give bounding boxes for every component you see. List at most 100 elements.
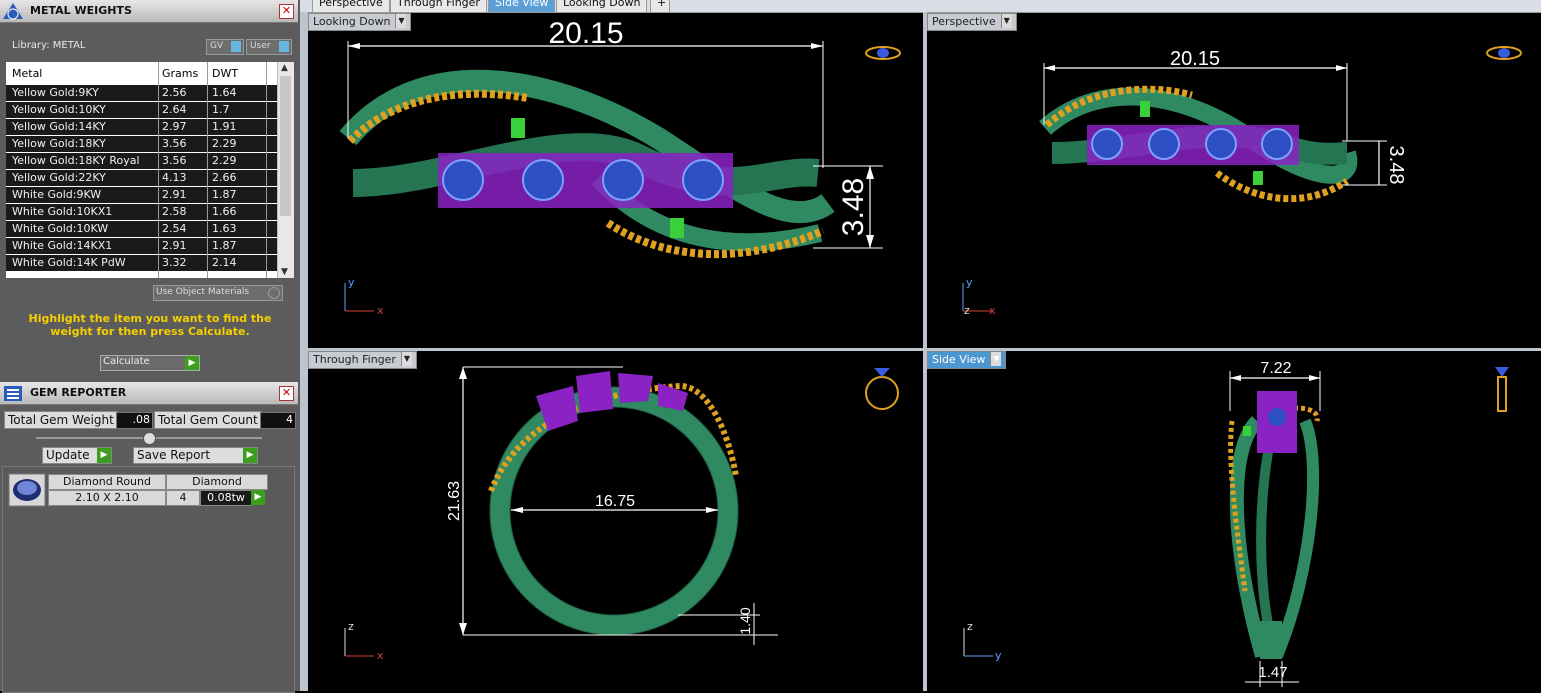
table-row[interactable]: Yellow Gold:9KY 2.56 1.64 (6, 85, 278, 101)
gem-reporter-icon (4, 386, 22, 401)
tab-perspective[interactable]: Perspective (312, 0, 390, 13)
gv-toggle[interactable]: GV (206, 39, 244, 55)
scroll-down-icon[interactable]: ▼ (281, 267, 288, 277)
cell-metal: White Gold:10KW (12, 222, 109, 235)
cell-grams: 2.97 (162, 120, 187, 133)
viewport-label-through-finger[interactable]: Through Finger ▼ (308, 351, 417, 369)
cell-metal: Yellow Gold:14KY (12, 120, 106, 133)
viewport-perspective[interactable]: 20.15 3.48 y z x Perspective ▼ (927, 13, 1541, 348)
col-metal[interactable]: Metal (12, 67, 42, 80)
chevron-down-icon[interactable]: ▼ (400, 352, 412, 366)
scrollbar-thumb[interactable] (280, 76, 291, 216)
gem-size: 2.10 X 2.10 (48, 490, 166, 506)
table-row[interactable]: Yellow Gold:18KY 3.56 2.29 (6, 136, 278, 152)
left-panel: METAL WEIGHTS ✕ Library: METAL GV User M… (0, 0, 300, 693)
table-row[interactable]: Yellow Gold:10KY 2.64 1.7 (6, 102, 278, 118)
update-button[interactable]: Update ▶ (42, 447, 112, 464)
tab-through-finger[interactable]: Through Finger (390, 0, 487, 13)
cell-dwt: 2.29 (212, 137, 237, 150)
play-icon: ▶ (243, 448, 257, 463)
add-tab-icon[interactable]: + (650, 0, 670, 13)
scroll-up-icon[interactable]: ▲ (281, 63, 288, 73)
chevron-down-icon[interactable]: ▼ (395, 14, 407, 28)
table-row[interactable]: White Gold:10KX1 2.58 1.66 (6, 204, 278, 220)
play-icon: ▶ (97, 448, 111, 463)
user-toggle[interactable]: User (246, 39, 292, 55)
cell-metal: Yellow Gold:22KY (12, 171, 106, 184)
table-row[interactable]: White Gold:14KX1 2.91 1.87 (6, 238, 278, 254)
ring-orientation-icon (1486, 46, 1522, 60)
close-icon[interactable]: ✕ (279, 4, 294, 19)
width-dimension: 20.15 (548, 17, 623, 50)
cell-grams: 3.56 (162, 137, 187, 150)
cell-dwt: 2.14 (212, 256, 237, 269)
viewport-label-side-view[interactable]: Side View ▼ (927, 351, 1007, 369)
chevron-down-icon[interactable]: ▼ (990, 352, 1002, 366)
chevron-down-icon[interactable]: ▼ (1000, 14, 1012, 28)
table-row[interactable]: White Gold:14K PdW 3.32 2.14 (6, 255, 278, 271)
table-row[interactable]: White Gold:9KW 2.91 1.87 (6, 187, 278, 203)
metal-table-header: Metal Grams DWT (6, 62, 276, 84)
library-label: Library: METAL (12, 40, 86, 51)
column-divider (207, 62, 208, 278)
cell-grams: 2.91 (162, 239, 187, 252)
table-row[interactable]: White Gold:10KW 2.54 1.63 (6, 221, 278, 237)
axis-z-label: z (967, 620, 973, 633)
cell-grams: 2.56 (162, 86, 187, 99)
height-dimension: 3.48 (1385, 146, 1407, 185)
table-row[interactable]: Yellow Gold:22KY 4.13 2.66 (6, 170, 278, 186)
calculate-button[interactable]: Calculate ▶ (100, 355, 200, 371)
width-dimension: 20.15 (1170, 48, 1220, 70)
instruction-text: Highlight the item you want to find the … (28, 312, 272, 338)
user-indicator (279, 41, 289, 52)
inner-diameter-dimension: 16.75 (595, 493, 635, 510)
col-dwt[interactable]: DWT (212, 67, 238, 80)
close-icon[interactable]: ✕ (279, 386, 294, 401)
gem-play-icon[interactable]: ▶ (251, 490, 265, 505)
metal-weights-icon (3, 3, 23, 20)
viewport-through-finger[interactable]: 21.63 16.75 1.40 z x Through Finger ▼ (308, 351, 923, 691)
view-tab-bar: Perspective Through Finger Side View Loo… (300, 0, 1541, 13)
gem-slider-handle[interactable] (143, 432, 156, 445)
viewport-side-view[interactable]: 7.22 1.47 z y Side View ▼ (927, 351, 1541, 691)
cell-grams: 3.56 (162, 154, 187, 167)
save-report-button[interactable]: Save Report ▶ (133, 447, 258, 464)
cell-grams: 2.58 (162, 205, 187, 218)
gem-settings (438, 153, 733, 208)
gem-count: 4 (166, 490, 200, 506)
viewport-looking-down[interactable]: 20.15 3.48 y x Looking Down ▼ (308, 13, 923, 348)
tab-looking-down[interactable]: Looking Down (556, 0, 648, 13)
total-gem-count-label: Total Gem Count (154, 411, 262, 429)
viewport-label-looking-down[interactable]: Looking Down ▼ (308, 13, 412, 31)
metal-table-rows: Yellow Gold:9KY 2.56 1.64 Yellow Gold:10KY 2… (6, 85, 278, 272)
cell-dwt: 1.63 (212, 222, 237, 235)
head-width-dimension: 7.22 (1260, 360, 1291, 377)
column-divider (158, 62, 159, 278)
cell-metal: White Gold:14K PdW (12, 256, 126, 269)
cell-grams: 2.91 (162, 188, 187, 201)
axis-x-label: x (989, 304, 996, 317)
table-row[interactable]: Yellow Gold:18KY Royal 3.56 2.29 (6, 153, 278, 169)
ring-orientation-icon (865, 46, 901, 60)
total-gem-weight-value: .08 (116, 412, 153, 429)
gv-indicator (231, 41, 241, 52)
viewport-label-perspective[interactable]: Perspective ▼ (927, 13, 1017, 31)
metal-weights-header: METAL WEIGHTS ✕ (0, 0, 298, 23)
axis-y-label: y (995, 649, 1002, 662)
gem-material: Diamond (166, 474, 268, 490)
axis-indicator: z x (344, 620, 384, 662)
cell-dwt: 2.66 (212, 171, 237, 184)
metal-table[interactable]: Metal Grams DWT Yellow Gold:9KY 2.56 1.64 Y… (6, 62, 294, 278)
total-gem-weight-label: Total Gem Weight (4, 411, 118, 429)
ring-orientation-icon (1495, 367, 1509, 412)
use-object-materials-toggle[interactable]: Use Object Materials (153, 285, 283, 301)
diamond-thumbnail-icon[interactable] (8, 473, 48, 509)
side-view-render: 7.22 1.47 z y (963, 360, 1509, 687)
table-row[interactable]: Yellow Gold:14KY 2.97 1.91 (6, 119, 278, 135)
col-grams[interactable]: Grams (162, 67, 198, 80)
cell-metal: White Gold:10KX1 (12, 205, 113, 218)
cell-grams: 3.32 (162, 256, 187, 269)
gem-shape: Diamond Round (48, 474, 166, 490)
tab-side-view[interactable]: Side View (488, 0, 556, 13)
metal-table-scrollbar[interactable]: ▲ ▼ (277, 62, 294, 278)
